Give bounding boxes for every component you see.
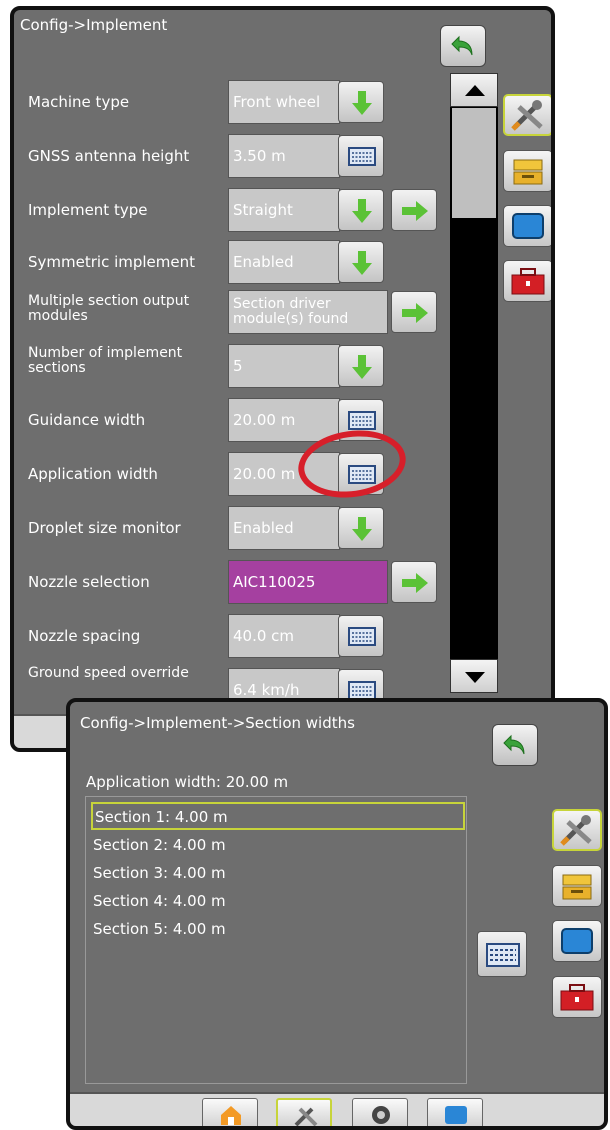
- console-icon: [562, 874, 592, 900]
- up-triangle-icon: [465, 85, 485, 96]
- bottom-nav-bar: [70, 1092, 604, 1126]
- number-of-implement-sections-label: Number of implement sections: [28, 345, 183, 376]
- nozzle-selection-label: Nozzle selection: [28, 573, 150, 591]
- symmetric-implement-value[interactable]: Enabled: [228, 240, 340, 284]
- nav-camera-button[interactable]: [352, 1098, 408, 1126]
- green-down-arrow-icon: [352, 199, 372, 223]
- toolbox-icon: [560, 984, 594, 1011]
- multiple-section-output-modules-label: Multiple section output modules: [28, 293, 190, 324]
- symmetric-implement-label: Symmetric implement: [28, 253, 196, 271]
- implement-type-value[interactable]: Straight: [228, 188, 340, 232]
- keyboard-icon: [348, 627, 376, 646]
- down-triangle-icon: [465, 672, 485, 683]
- page-title: Config->Implement->Section widths: [80, 714, 355, 732]
- tab-tools[interactable]: [552, 809, 602, 851]
- droplet-size-monitor-label: Droplet size monitor: [28, 519, 181, 537]
- section-item-2[interactable]: Section 2: 4.00 m: [91, 832, 465, 860]
- machine-type-value[interactable]: Front wheel: [228, 80, 340, 124]
- gnss-antenna-height-value[interactable]: 3.50 m: [228, 134, 340, 178]
- nozzle-spacing-keyboard-button[interactable]: [338, 615, 384, 657]
- home-icon: [221, 1106, 241, 1125]
- console-icon: [513, 159, 543, 185]
- guidance-width-label: Guidance width: [28, 411, 146, 429]
- toolbox-icon: [511, 268, 545, 295]
- nav-screen-button[interactable]: [427, 1098, 483, 1126]
- implement-type-next-button[interactable]: [391, 189, 437, 231]
- machine-type-label: Machine type: [28, 93, 130, 111]
- tab-display[interactable]: [552, 920, 602, 962]
- implement-type-dropdown-button[interactable]: [338, 189, 384, 231]
- scroll-down-button[interactable]: [450, 659, 498, 693]
- display-icon: [561, 928, 593, 954]
- symmetric-implement-dropdown-button[interactable]: [338, 241, 384, 283]
- number-of-implement-sections-dropdown-button[interactable]: [338, 345, 384, 387]
- section-item-4[interactable]: Section 4: 4.00 m: [91, 888, 465, 916]
- green-down-arrow-icon: [352, 355, 372, 379]
- gnss-antenna-height-keyboard-button[interactable]: [338, 135, 384, 177]
- edit-section-keyboard-button[interactable]: [477, 931, 527, 977]
- green-down-arrow-icon: [352, 517, 372, 541]
- ground-speed-override-label: Ground speed override: [28, 665, 189, 681]
- tools-icon: [560, 815, 592, 846]
- page-title: Config->Implement: [20, 16, 168, 34]
- multiple-section-output-modules-next-button[interactable]: [391, 291, 437, 333]
- tab-console[interactable]: [503, 150, 551, 192]
- droplet-size-monitor-value[interactable]: Enabled: [228, 506, 340, 550]
- multiple-section-output-modules-value[interactable]: Section driver module(s) found: [228, 290, 388, 334]
- nozzle-selection-value[interactable]: AIC110025: [228, 560, 388, 604]
- green-down-arrow-icon: [352, 91, 372, 115]
- green-down-arrow-icon: [352, 251, 372, 275]
- section-widths-screen: Config->Implement->Section widths Applic…: [66, 698, 608, 1130]
- tab-console[interactable]: [552, 865, 602, 907]
- guidance-width-value[interactable]: 20.00 m: [228, 398, 340, 442]
- green-right-arrow-icon: [402, 573, 428, 593]
- section-list: Section 1: 4.00 m Section 2: 4.00 m Sect…: [85, 796, 467, 1084]
- number-of-implement-sections-value[interactable]: 5: [228, 344, 340, 388]
- tools-icon: [294, 1107, 318, 1126]
- nozzle-spacing-value[interactable]: 40.0 cm: [228, 614, 340, 658]
- return-arrow-icon: [451, 35, 473, 56]
- application-width-label: Application width: [28, 465, 158, 483]
- screen-icon: [445, 1106, 467, 1124]
- scrollbar-thumb[interactable]: [452, 108, 496, 218]
- implement-config-screen: Config->Implement Machine type Front whe…: [10, 6, 555, 752]
- back-button[interactable]: [440, 25, 486, 67]
- nav-home-button[interactable]: [202, 1098, 258, 1126]
- tab-toolbox[interactable]: [552, 976, 602, 1018]
- tab-tools[interactable]: [503, 94, 551, 136]
- scroll-up-button[interactable]: [450, 73, 498, 107]
- nozzle-selection-next-button[interactable]: [391, 561, 437, 603]
- implement-type-label: Implement type: [28, 201, 148, 219]
- nav-tools-button[interactable]: [276, 1098, 332, 1126]
- application-width-text: Application width: 20.00 m: [86, 773, 289, 791]
- gnss-antenna-height-label: GNSS antenna height: [28, 147, 190, 165]
- droplet-size-monitor-dropdown-button[interactable]: [338, 507, 384, 549]
- machine-type-dropdown-button[interactable]: [338, 81, 384, 123]
- return-arrow-icon: [503, 734, 525, 755]
- section-item-5[interactable]: Section 5: 4.00 m: [91, 916, 465, 944]
- camera-icon: [372, 1106, 390, 1124]
- green-right-arrow-icon: [402, 201, 428, 221]
- keyboard-icon: [348, 147, 376, 166]
- display-icon: [512, 213, 544, 239]
- tools-icon: [511, 100, 543, 131]
- tab-toolbox[interactable]: [503, 260, 551, 302]
- green-right-arrow-icon: [402, 303, 428, 323]
- nozzle-spacing-label: Nozzle spacing: [28, 627, 141, 645]
- section-item-3[interactable]: Section 3: 4.00 m: [91, 860, 465, 888]
- tab-display[interactable]: [503, 205, 551, 247]
- back-button[interactable]: [492, 724, 538, 766]
- keyboard-icon: [486, 943, 520, 967]
- section-item-1[interactable]: Section 1: 4.00 m: [91, 802, 465, 830]
